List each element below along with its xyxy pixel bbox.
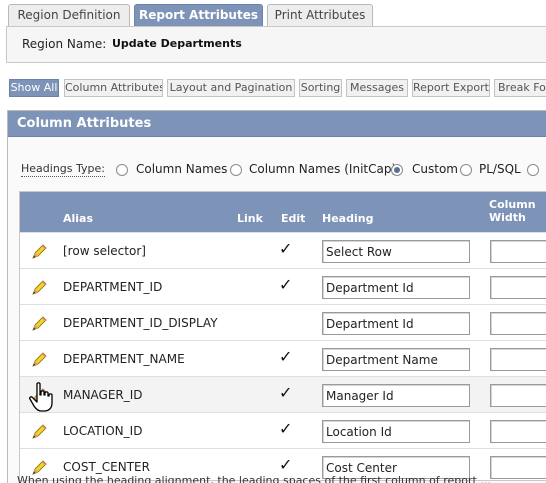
table-row: DEPARTMENT_NAME ✓: [20, 340, 546, 376]
edit-check-icon: ✓: [279, 239, 293, 258]
column-width-input[interactable]: [490, 384, 546, 407]
pencil-icon[interactable]: [30, 387, 48, 405]
alias-cell: DEPARTMENT_NAME: [63, 352, 185, 366]
header-heading: Heading: [322, 212, 374, 225]
footnote-text: When using the heading alignment, the le…: [17, 474, 491, 483]
table-row: DEPARTMENT_ID ✓: [20, 268, 546, 304]
radio-column-names-label[interactable]: Column Names: [136, 162, 227, 176]
radio-plsql-label[interactable]: PL/SQL: [479, 162, 521, 176]
alias-cell: DEPARTMENT_ID: [63, 280, 163, 294]
heading-input[interactable]: [322, 384, 470, 407]
layout-pagination-button[interactable]: Layout and Pagination: [167, 79, 295, 97]
header-link: Link: [237, 212, 263, 225]
tab-report-attributes[interactable]: Report Attributes: [134, 4, 263, 26]
header-column-width: Column Width: [489, 198, 536, 224]
table-row: MANAGER_ID ✓: [20, 376, 546, 412]
edit-check-icon: ✓: [279, 455, 293, 474]
edit-check-icon: ✓: [279, 419, 293, 438]
edit-check-icon: ✓: [279, 347, 293, 366]
alias-cell: COST_CENTER: [63, 460, 150, 474]
report-export-button[interactable]: Report Export: [412, 79, 490, 97]
pencil-icon[interactable]: [30, 279, 48, 297]
table-row: DEPARTMENT_ID_DISPLAY: [20, 304, 546, 340]
alias-cell: MANAGER_ID: [63, 388, 143, 402]
messages-button[interactable]: Messages: [346, 79, 408, 97]
region-name-value: Update Departments: [112, 37, 242, 50]
pencil-icon[interactable]: [30, 243, 48, 261]
sorting-button[interactable]: Sorting: [299, 79, 342, 97]
headings-type-label: Headings Type:: [21, 162, 105, 177]
column-width-input[interactable]: [490, 240, 546, 263]
column-width-input[interactable]: [490, 348, 546, 371]
radio-none[interactable]: [527, 164, 539, 176]
alias-cell: DEPARTMENT_ID_DISPLAY: [63, 316, 218, 330]
region-name-label: Region Name:: [22, 37, 107, 51]
table-row: [row selector] ✓: [20, 232, 546, 268]
alias-cell: LOCATION_ID: [63, 424, 143, 438]
edit-check-icon: ✓: [279, 383, 293, 402]
region-name-bar: Region Name: Update Departments: [6, 26, 546, 63]
column-attributes-button[interactable]: Column Attributes: [64, 79, 163, 97]
radio-column-names-initcap[interactable]: [230, 164, 242, 176]
alias-cell: [row selector]: [63, 244, 146, 258]
headings-type-group: Headings Type: Column Names Column Names…: [21, 161, 546, 179]
radio-column-names[interactable]: [116, 164, 128, 176]
heading-input[interactable]: [322, 276, 470, 299]
pencil-icon[interactable]: [30, 351, 48, 369]
panel-header: Column Attributes: [8, 111, 546, 137]
heading-input[interactable]: [322, 312, 470, 335]
header-edit: Edit: [281, 212, 306, 225]
column-attributes-panel: Column Attributes Headings Type: Column …: [7, 110, 546, 483]
column-width-input[interactable]: [490, 420, 546, 443]
tab-print-attributes[interactable]: Print Attributes: [267, 4, 373, 26]
column-attributes-table: Alias Link Edit Heading Column Width [ro…: [19, 191, 546, 481]
show-all-button[interactable]: Show All: [9, 79, 59, 97]
tab-region-definition[interactable]: Region Definition: [8, 4, 130, 26]
column-width-input[interactable]: [490, 456, 546, 479]
heading-input[interactable]: [322, 420, 470, 443]
heading-input[interactable]: [322, 240, 470, 263]
pencil-icon[interactable]: [30, 315, 48, 333]
radio-custom-label[interactable]: Custom: [412, 162, 458, 176]
table-header-row: Alias Link Edit Heading Column Width: [20, 192, 546, 232]
header-alias[interactable]: Alias: [63, 212, 93, 225]
column-width-input[interactable]: [490, 276, 546, 299]
pencil-icon[interactable]: [30, 423, 48, 441]
heading-input[interactable]: [322, 348, 470, 371]
radio-custom[interactable]: [391, 164, 403, 176]
radio-plsql[interactable]: [460, 164, 472, 176]
column-width-input[interactable]: [490, 312, 546, 335]
edit-check-icon: ✓: [279, 275, 293, 294]
radio-column-names-initcap-label[interactable]: Column Names (InitCap): [249, 162, 396, 176]
panel-title: Column Attributes: [17, 116, 152, 131]
break-formatting-button[interactable]: Break Formatting: [494, 79, 546, 97]
table-row: LOCATION_ID ✓: [20, 412, 546, 448]
